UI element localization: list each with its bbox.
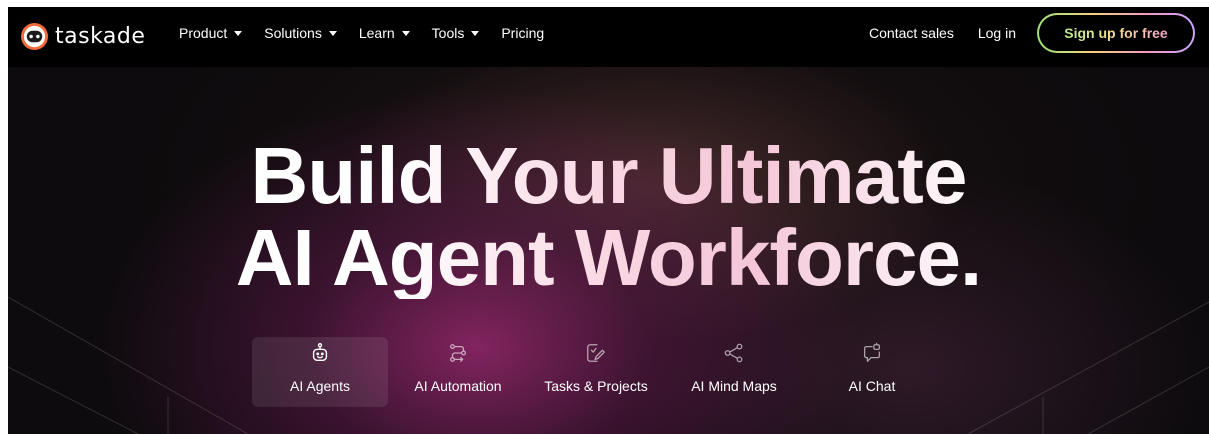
- tab-ai-chat[interactable]: AI Chat: [804, 337, 940, 407]
- menu-learn-label: Learn: [358, 25, 395, 41]
- brand-name: taskade: [55, 23, 146, 49]
- main-menu: Product Solutions Learn Tools Pricing: [179, 7, 566, 59]
- robot-icon: [312, 343, 328, 362]
- contact-sales-link[interactable]: Contact sales: [869, 25, 954, 41]
- hero-section: Build Your Ultimate AI Agent Workforce. …: [8, 67, 1209, 434]
- menu-product[interactable]: Product: [179, 25, 243, 41]
- tab-ai-automation-label: AI Automation: [414, 378, 502, 394]
- tab-ai-mind-maps-label: AI Mind Maps: [691, 378, 777, 394]
- chevron-down-icon: [401, 31, 410, 36]
- headline-line-1: Build Your Ultimate: [250, 131, 967, 220]
- menu-tools[interactable]: Tools: [432, 25, 480, 41]
- top-nav: taskade Product Solutions Learn Tools Pr…: [8, 7, 1209, 67]
- task-edit-icon: [587, 344, 605, 362]
- chat-bubble-icon: [864, 342, 880, 362]
- menu-pricing-label: Pricing: [501, 25, 545, 41]
- share-nodes-icon: [724, 343, 743, 363]
- automation-flow-icon: [450, 344, 466, 362]
- brand-logo[interactable]: taskade: [20, 21, 145, 51]
- page-frame: taskade Product Solutions Learn Tools Pr…: [8, 7, 1209, 434]
- menu-learn[interactable]: Learn: [359, 25, 410, 41]
- chevron-down-icon: [471, 31, 480, 36]
- taskade-logo-icon: [20, 22, 49, 50]
- signup-button-inner: Sign up for free: [1039, 15, 1193, 51]
- signup-button[interactable]: Sign up for free: [1037, 13, 1195, 53]
- tab-ai-agents-label: AI Agents: [290, 378, 350, 394]
- tab-tasks-projects[interactable]: Tasks & Projects: [528, 337, 664, 407]
- signup-button-label: Sign up for free: [1064, 25, 1168, 41]
- tab-ai-mind-maps[interactable]: AI Mind Maps: [666, 337, 802, 407]
- chevron-down-icon: [234, 31, 243, 36]
- headline-line-2: AI Agent Workforce.: [235, 213, 982, 302]
- tab-ai-agents[interactable]: AI Agents: [252, 337, 388, 407]
- tab-ai-automation[interactable]: AI Automation: [390, 337, 526, 407]
- tab-ai-chat-label: AI Chat: [848, 378, 896, 394]
- chevron-down-icon: [328, 31, 337, 36]
- feature-tabs: AI Agents AI Automation Tasks & Projects…: [252, 337, 942, 407]
- nav-actions: Contact sales Log in Sign up for free: [869, 7, 1209, 59]
- menu-solutions-label: Solutions: [264, 25, 322, 41]
- menu-tools-label: Tools: [431, 25, 465, 41]
- hero-headline: Build Your Ultimate AI Agent Workforce.: [8, 135, 1209, 299]
- menu-product-label: Product: [179, 25, 228, 41]
- login-link[interactable]: Log in: [978, 25, 1016, 41]
- menu-pricing[interactable]: Pricing: [501, 25, 544, 41]
- menu-solutions[interactable]: Solutions: [264, 25, 337, 41]
- tab-tasks-projects-label: Tasks & Projects: [544, 378, 648, 394]
